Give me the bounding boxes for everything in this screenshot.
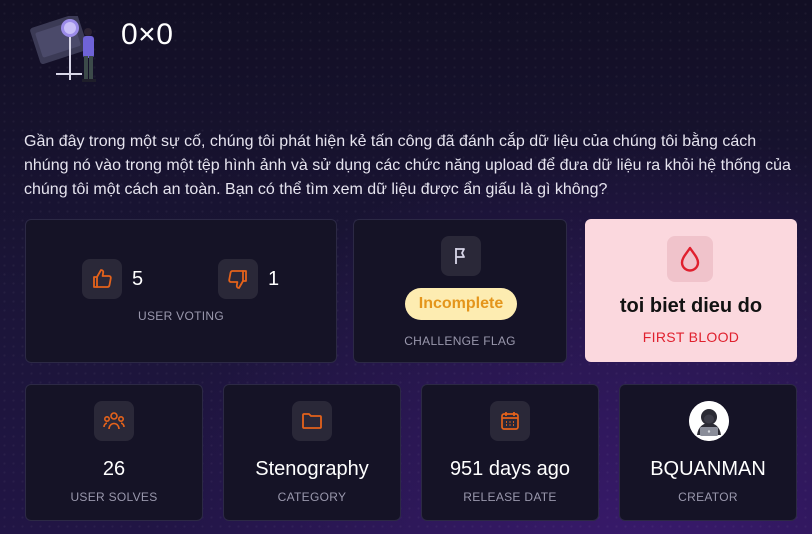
release-date-value: 951 days ago [449, 458, 571, 480]
like-vote[interactable]: 5 [82, 259, 143, 299]
creator-name[interactable]: BQUANMAN [620, 458, 796, 481]
blood-drop-icon [667, 236, 713, 282]
category-card: Stenography CATEGORY [223, 384, 401, 521]
thumbs-down-icon[interactable] [218, 259, 258, 299]
release-date-card: 951 days ago RELEASE DATE [421, 384, 599, 521]
thumbs-up-icon[interactable] [82, 259, 122, 299]
user-voting-caption: USER VOTING [138, 309, 224, 323]
dislike-vote[interactable]: 1 [218, 259, 279, 299]
challenge-flag-caption: CHALLENGE FLAG [404, 334, 516, 348]
like-count: 5 [132, 267, 144, 290]
first-blood-user[interactable]: toi biet dieu do [585, 295, 797, 318]
first-blood-caption: FIRST BLOOD [642, 329, 740, 345]
calendar-icon [490, 401, 530, 441]
challenge-flag-card: Incomplete CHALLENGE FLAG [353, 219, 567, 363]
creator-caption: CREATOR [678, 490, 738, 504]
flag-icon [441, 236, 481, 276]
dislike-count: 1 [268, 267, 280, 290]
first-blood-card: toi biet dieu do FIRST BLOOD [585, 219, 797, 362]
user-solves-value: 26 [102, 458, 126, 480]
user-solves-caption: USER SOLVES [70, 490, 158, 504]
hacker-avatar[interactable] [689, 401, 729, 441]
users-icon [94, 401, 134, 441]
challenge-title: 0×0 [121, 18, 174, 51]
creator-card: BQUANMAN CREATOR [619, 384, 797, 521]
challenge-description: Gần đây trong một sự cố, chúng tôi phát … [24, 133, 791, 198]
flag-status-badge: Incomplete [405, 288, 517, 320]
user-voting-card: 5 1 USER VOTING [25, 219, 337, 363]
user-solves-card: 26 USER SOLVES [25, 384, 203, 521]
challenge-illustration [30, 13, 102, 88]
folder-icon [292, 401, 332, 441]
category-caption: CATEGORY [277, 490, 347, 504]
category-value: Stenography [255, 458, 369, 480]
release-date-caption: RELEASE DATE [463, 490, 557, 504]
